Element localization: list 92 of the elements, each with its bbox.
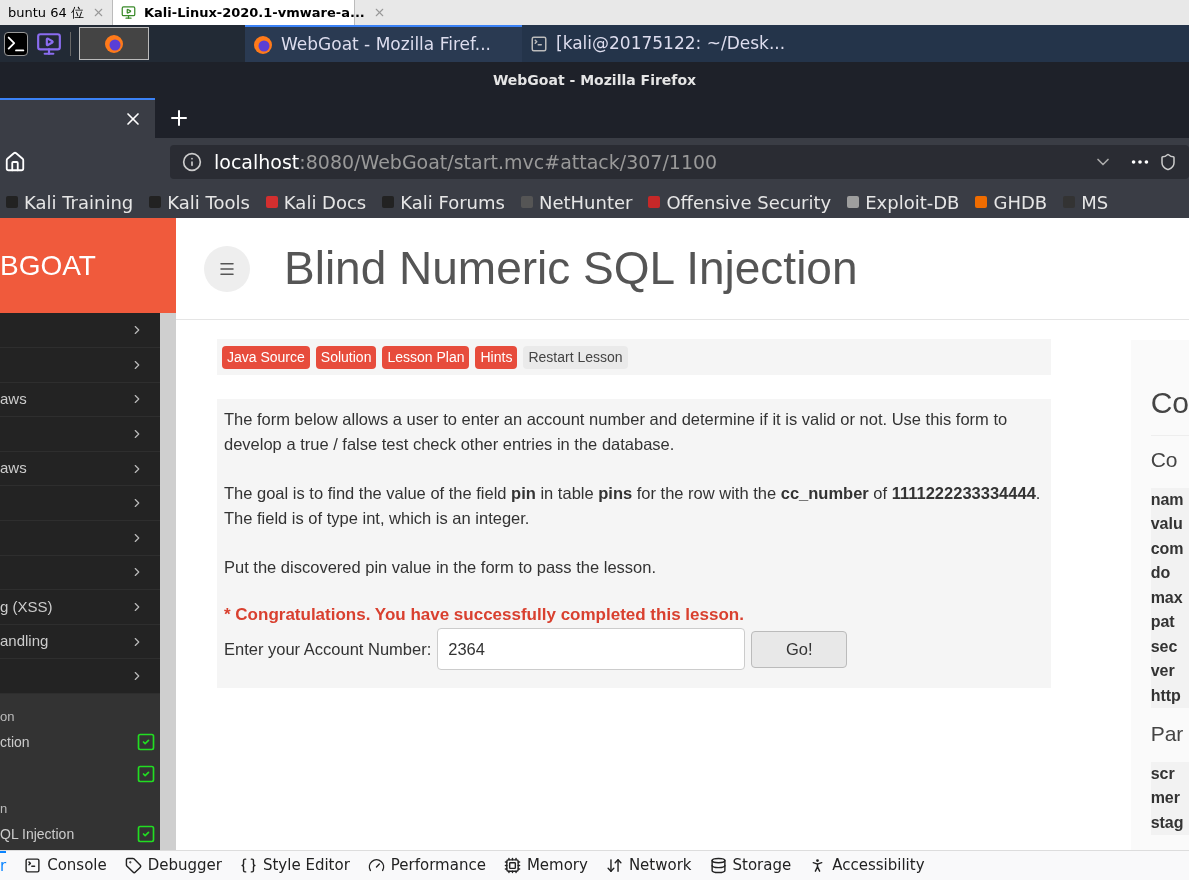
vm-icon — [121, 5, 136, 20]
devtools-tab[interactable]: Storage — [709, 851, 792, 880]
bookmark-icon — [380, 194, 397, 210]
shield-icon[interactable] — [1159, 153, 1177, 171]
lesson-paragraph: The form below allows a user to enter an account number and determine if it is valid or not. Use this form to develop a true / false test check other entries in the database. — [224, 409, 1009, 455]
category-label: aws — [0, 458, 27, 479]
taskbar-task[interactable]: WebGoat - Mozilla Firef... — [245, 25, 522, 62]
lesson-button[interactable]: Lesson Plan — [382, 345, 470, 369]
lesson-item[interactable]: ction — [0, 726, 160, 758]
bookmark[interactable]: NetHunter — [518, 188, 633, 216]
info-icon[interactable] — [182, 152, 202, 172]
devtools-tab[interactable]: Console — [24, 851, 107, 880]
category-label: aws — [0, 389, 27, 410]
firefox-icon — [104, 33, 124, 54]
devtools-tab[interactable]: Performance — [367, 851, 486, 880]
bookmark[interactable]: MS — [1061, 188, 1109, 216]
devtools-tab[interactable]: r — [0, 851, 7, 880]
lesson-button[interactable]: Restart Lesson — [523, 345, 628, 369]
bookmark-icon — [263, 194, 280, 210]
bookmark-icon — [4, 194, 20, 210]
url-field[interactable]: localhost:8080/WebGoat/start.mvc#attack/307/1100 — [170, 145, 1189, 179]
terminal-icon — [530, 34, 548, 53]
cookie-field: max — [1150, 585, 1189, 610]
storage-icon — [709, 857, 727, 874]
cookie-field: sec — [1150, 634, 1189, 659]
vm-tab[interactable]: buntu 64 位 — [0, 0, 112, 25]
console-icon — [24, 857, 42, 874]
bookmark-icon — [845, 194, 862, 210]
window-title: WebGoat - Mozilla Firefox — [492, 70, 697, 90]
taskbar-task[interactable]: [kali@20175122: ~/Desk... — [522, 25, 794, 62]
lesson-button[interactable]: Solution — [315, 345, 377, 369]
bookmark-icon — [973, 194, 990, 210]
performance-icon — [367, 857, 385, 874]
cookie-field: http — [1150, 683, 1189, 708]
logo-text: BGOAT — [0, 248, 96, 283]
lesson-item[interactable]: QL Injection — [0, 818, 160, 850]
page-title: Blind Numeric SQL Injection — [284, 241, 858, 296]
devtools-tab[interactable]: Debugger — [124, 851, 222, 880]
bookmark[interactable]: GHDB — [973, 188, 1048, 216]
bookmark-icon — [147, 194, 164, 210]
bookmark[interactable]: Kali Training — [4, 188, 134, 216]
param-field: scr — [1150, 761, 1189, 786]
cookie-field: valu — [1150, 512, 1189, 537]
memory-icon — [503, 857, 521, 874]
devtools-tab[interactable]: Accessibility — [809, 851, 925, 880]
url-host: localhost — [214, 149, 300, 175]
launcher-button[interactable] — [79, 27, 149, 60]
debugger-icon — [124, 857, 142, 874]
lesson-group-label: n — [0, 799, 8, 818]
cookie-field: pat — [1150, 610, 1189, 635]
category-label: g (XSS) — [0, 596, 53, 617]
bookmark[interactable]: Offensive Security — [646, 188, 832, 216]
bookmark[interactable]: Exploit-DB — [845, 188, 960, 216]
form-label: Enter your Account Number: — [224, 638, 432, 660]
task-label: [kali@20175122: ~/Desk... — [556, 31, 786, 55]
menu-button[interactable] — [204, 245, 250, 292]
devtools-tab[interactable]: Style Editor — [239, 851, 350, 880]
success-message: * Congratulations. You have successfully completed this lesson. — [224, 604, 745, 626]
vm-tab-label: buntu 64 位 — [8, 3, 84, 22]
screen-recorder-icon[interactable] — [36, 30, 62, 57]
cookie-field: ver — [1150, 659, 1189, 684]
lesson-paragraph: The goal is to find the value of the field pin in table pins for the row with the cc_number of 1111222233334444. The field is of type int, which is an integer. — [224, 483, 1042, 529]
terminal-icon[interactable] — [4, 31, 28, 56]
home-icon[interactable] — [4, 151, 26, 173]
lesson-group-label: on — [0, 707, 15, 726]
lesson-paragraph: Put the discovered pin value in the form to pass the lesson. — [224, 557, 657, 578]
style-icon — [239, 857, 257, 874]
bookmark-icon — [518, 194, 535, 210]
bookmark-icon — [646, 194, 663, 210]
url-path: :8080/WebGoat/start.mvc#attack/307/1100 — [299, 149, 719, 175]
lesson-button[interactable]: Hints — [475, 345, 518, 369]
network-icon — [605, 857, 623, 874]
param-field: mer — [1150, 786, 1189, 811]
category-label: andling — [0, 631, 49, 652]
params-heading: Par — [1150, 721, 1185, 747]
cookies-heading: Co — [1150, 447, 1179, 473]
go-button[interactable]: Go! — [751, 630, 848, 668]
cookie-field: do — [1150, 561, 1189, 586]
bookmark[interactable]: Kali Tools — [147, 188, 250, 216]
panel-title: Co — [1150, 380, 1189, 436]
bookmark[interactable]: Kali Forums — [380, 188, 505, 216]
bookmark[interactable]: Kali Docs — [263, 188, 367, 216]
account-number-field[interactable]: 2364 — [437, 628, 746, 670]
param-field: stag — [1150, 810, 1189, 835]
cookie-field: com — [1150, 536, 1189, 561]
lesson-button[interactable]: Java Source — [222, 345, 310, 369]
firefox-icon — [253, 34, 273, 55]
task-label: WebGoat - Mozilla Firef... — [281, 32, 491, 56]
cookie-field: nam — [1150, 487, 1189, 512]
devtools-tab[interactable]: Memory — [503, 851, 588, 880]
vm-tab-label: Kali-Linux-2020.1-vmware-a... — [144, 3, 365, 22]
devtools-tab[interactable]: Network — [605, 851, 692, 880]
